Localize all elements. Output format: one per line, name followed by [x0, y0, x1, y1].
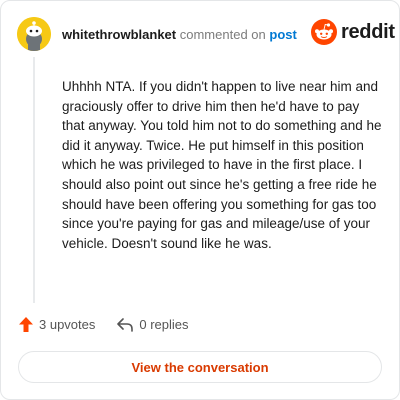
comment-body: Uhhhh NTA. If you didn't happen to live … [62, 79, 382, 251]
username[interactable]: whitethrowblanket [62, 27, 176, 42]
reddit-snoo-icon [311, 19, 337, 45]
user-avatar[interactable] [17, 17, 51, 51]
upvote-button[interactable]: 3 upvotes [19, 317, 95, 332]
reddit-logo[interactable]: reddit [311, 19, 395, 45]
view-conversation-button[interactable]: View the conversation [18, 351, 382, 383]
upvote-arrow-icon [19, 317, 33, 332]
thread-line [33, 57, 35, 303]
reddit-wordmark: reddit [341, 20, 395, 43]
snoo-avatar-icon [17, 17, 51, 51]
reply-arrow-icon [117, 317, 134, 332]
comment-card: whitethrowblanket commented on post redd… [0, 0, 400, 400]
reply-count: 0 replies [139, 317, 189, 332]
commented-on-text: commented on [179, 27, 266, 42]
comment-actions: 3 upvotes 0 replies [19, 317, 189, 332]
upvote-count: 3 upvotes [39, 317, 96, 332]
post-link[interactable]: post [269, 27, 296, 42]
comment-header: whitethrowblanket commented on post [62, 27, 297, 43]
reply-button[interactable]: 0 replies [117, 317, 189, 332]
